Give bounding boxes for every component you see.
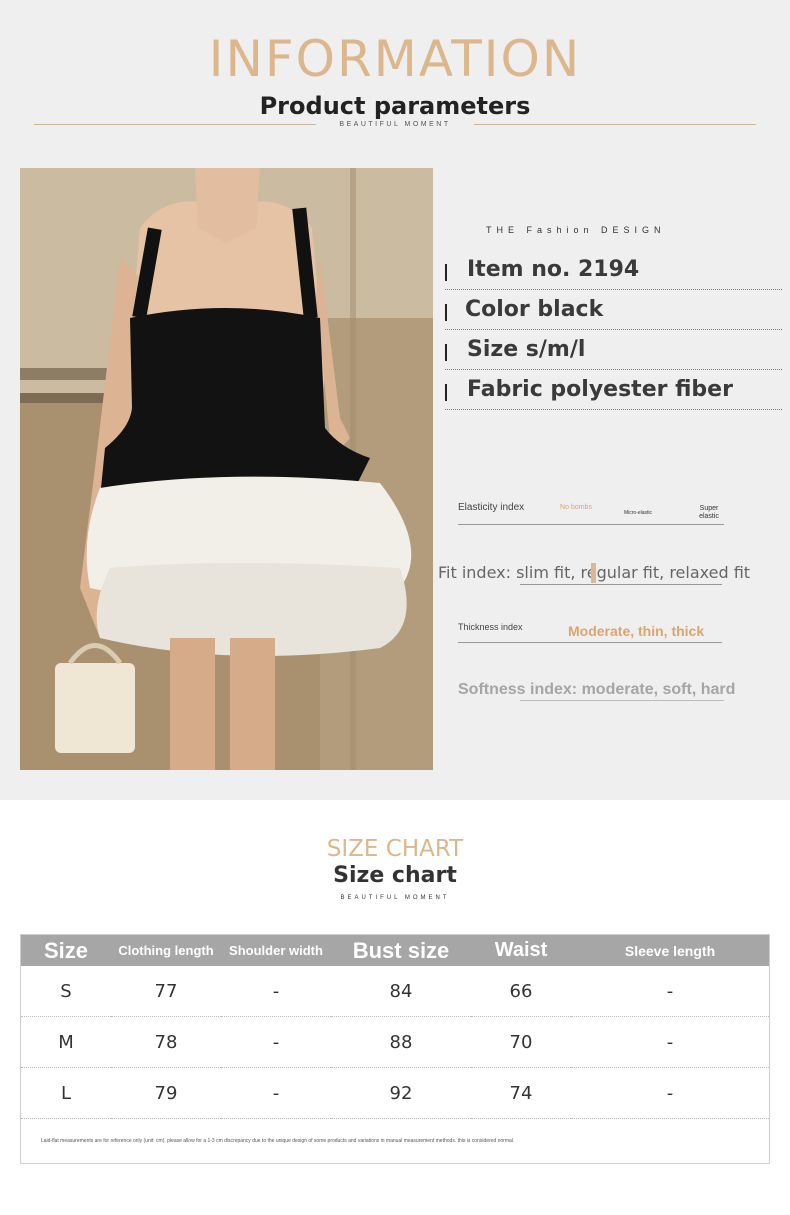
- cell-shoulder-width: -: [221, 1016, 331, 1068]
- cell-clothing-length: 78: [111, 1016, 221, 1068]
- size-chart-heading: SIZE CHART: [326, 836, 464, 862]
- size-chart-tagline: BEAUTIFUL MOMENT: [340, 895, 450, 901]
- cell-bust-size: 84: [331, 966, 471, 1017]
- header-bust-size: Bust size: [331, 934, 471, 966]
- size-table: Size Clothing length Shoulder width Bust…: [20, 934, 770, 1164]
- cell-sleeve-length: -: [571, 1016, 770, 1068]
- param-bullet: [445, 264, 447, 281]
- header-size: Size: [20, 934, 111, 966]
- param-fabric: Fabric polyester fiber: [445, 377, 782, 410]
- param-bullet: [445, 304, 447, 321]
- elasticity-option-no-bombs: No bombs: [560, 504, 592, 511]
- header-waist: Waist: [471, 934, 571, 966]
- cell-shoulder-width: -: [221, 966, 331, 1017]
- param-color-text: Color black: [465, 297, 604, 322]
- param-size-text: Size s/m/l: [467, 337, 586, 362]
- cell-sleeve-length: -: [571, 966, 770, 1017]
- param-bullet: [445, 344, 447, 361]
- param-bullet: [445, 384, 447, 401]
- cell-size: M: [20, 1016, 111, 1068]
- elasticity-index-label: Elasticity index: [458, 502, 525, 513]
- param-item-no-text: Item no. 2194: [467, 257, 640, 282]
- softness-index-text: Softness index: moderate, soft, hard: [458, 681, 736, 698]
- size-table-header-row: Size Clothing length Shoulder width Bust…: [20, 934, 770, 966]
- cell-bust-size: 88: [331, 1016, 471, 1068]
- thickness-index-value: Moderate, thin, thick: [568, 623, 705, 639]
- table-row: M 78 - 88 70 -: [20, 1016, 770, 1068]
- information-heading: INFORMATION: [208, 30, 582, 88]
- table-row: S 77 - 84 66 -: [20, 966, 770, 1017]
- elasticity-scale-line: [458, 524, 724, 525]
- table-note-row: Laid-flat measurements are for reference…: [21, 1119, 770, 1164]
- thickness-index-label: Thickness index: [458, 622, 523, 632]
- beautiful-moment-tagline: BEAUTIFUL MOMENT: [339, 121, 451, 128]
- header-sleeve-length: Sleeve length: [571, 934, 770, 966]
- product-photo: [20, 168, 433, 770]
- elasticity-option-micro: Micro-elastic: [623, 510, 653, 516]
- elasticity-option-super: Super elastic: [699, 505, 719, 520]
- cell-waist: 70: [471, 1016, 571, 1068]
- cell-clothing-length: 77: [111, 966, 221, 1017]
- cell-size: S: [20, 966, 111, 1017]
- param-fabric-text: Fabric polyester fiber: [467, 377, 733, 402]
- header-clothing-length: Clothing length: [111, 934, 221, 966]
- fit-index-marker: [591, 563, 596, 583]
- cell-bust-size: 92: [331, 1067, 471, 1119]
- product-parameters-heading: Product parameters: [259, 92, 531, 120]
- cell-clothing-length: 79: [111, 1067, 221, 1119]
- size-chart-subheading: Size chart: [333, 863, 457, 888]
- param-size: Size s/m/l: [445, 337, 782, 370]
- cell-waist: 74: [471, 1067, 571, 1119]
- cell-waist: 66: [471, 966, 571, 1017]
- cell-shoulder-width: -: [221, 1067, 331, 1119]
- measurement-note: Laid-flat measurements are for reference…: [41, 1138, 515, 1144]
- softness-scale-line: [520, 700, 724, 701]
- thickness-scale-line: [458, 642, 722, 643]
- cell-size: L: [20, 1067, 111, 1119]
- param-color: Color black: [445, 297, 782, 330]
- cell-sleeve-length: -: [571, 1067, 770, 1119]
- fashion-design-label: THE Fashion DESIGN: [486, 225, 666, 235]
- table-row: L 79 - 92 74 -: [20, 1067, 770, 1119]
- header-shoulder-width: Shoulder width: [221, 934, 331, 966]
- param-item-no: Item no. 2194: [445, 257, 782, 290]
- fit-scale-line: [520, 584, 722, 585]
